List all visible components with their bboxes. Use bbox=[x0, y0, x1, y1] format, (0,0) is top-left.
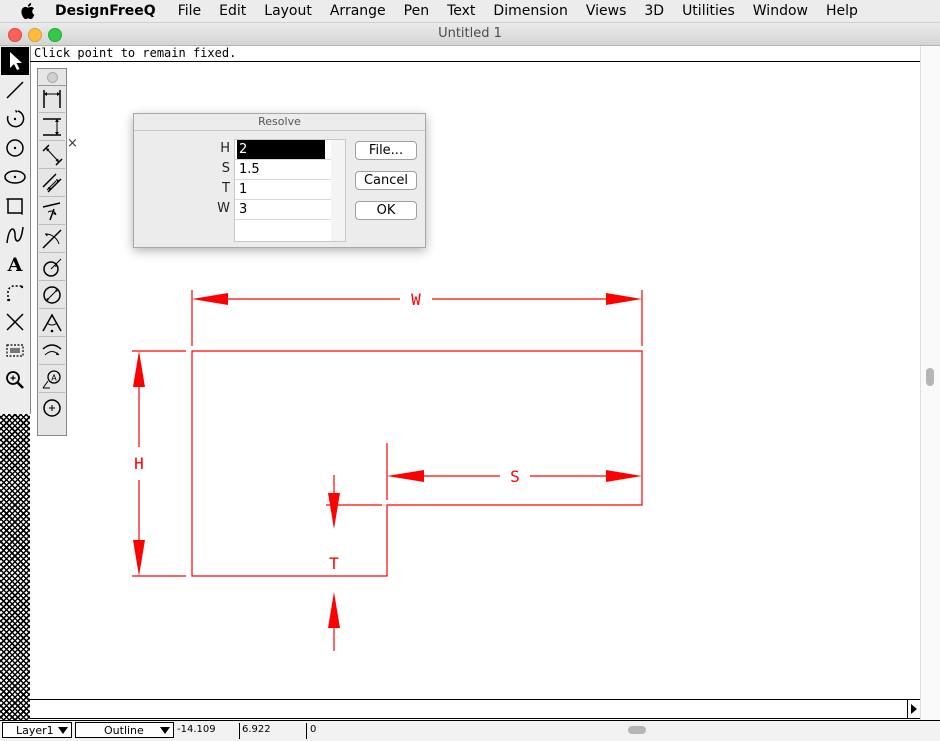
svg-text:A: A bbox=[7, 254, 23, 275]
x-coordinate: -14.109 bbox=[177, 724, 216, 735]
vertical-scrollbar[interactable] bbox=[920, 46, 940, 722]
curve-tool[interactable] bbox=[1, 221, 29, 249]
w-dimension-label: W bbox=[411, 290, 421, 309]
horizontal-scroller[interactable] bbox=[30, 699, 920, 719]
svg-text:A: A bbox=[51, 374, 57, 383]
variable-label-t: T bbox=[222, 181, 230, 196]
menu-views[interactable]: Views bbox=[586, 3, 627, 19]
variable-list-scrollbar[interactable] bbox=[331, 139, 346, 242]
diameter-dimension-tool[interactable] bbox=[39, 282, 65, 309]
group-tool[interactable] bbox=[1, 337, 29, 365]
circle-tool[interactable] bbox=[1, 134, 29, 162]
s-arrow-left bbox=[387, 470, 424, 482]
trim-tool[interactable] bbox=[1, 308, 29, 336]
file-button[interactable]: File... bbox=[355, 141, 417, 160]
menu-layout[interactable]: Layout bbox=[264, 3, 312, 19]
variable-value-w[interactable]: 3 bbox=[235, 200, 332, 220]
view-mode-value: Outline bbox=[104, 723, 144, 737]
arc-length-dimension-tool[interactable] bbox=[39, 338, 65, 365]
title-bar[interactable]: Untitled 1 bbox=[0, 23, 940, 46]
drawing-tools: A bbox=[0, 46, 31, 414]
variable-label-w: W bbox=[217, 201, 230, 216]
w-arrow-left bbox=[192, 293, 228, 305]
t-arrow-bottom bbox=[328, 592, 340, 628]
aligned-dimension-tool[interactable] bbox=[39, 142, 65, 169]
t-dimension-label: T bbox=[329, 554, 339, 573]
h-arrow-top bbox=[133, 351, 145, 387]
menu-bar: DesignFreeQ File Edit Layout Arrange Pen… bbox=[0, 0, 940, 23]
menu-window[interactable]: Window bbox=[753, 3, 808, 19]
pointer-tool[interactable] bbox=[1, 47, 29, 75]
vertical-scroll-thumb[interactable] bbox=[926, 368, 934, 386]
variable-value-h-text[interactable]: 2 bbox=[237, 140, 325, 159]
menu-text[interactable]: Text bbox=[447, 3, 475, 19]
window-title: Untitled 1 bbox=[438, 26, 502, 41]
angle-dimension-tool[interactable] bbox=[39, 198, 65, 225]
text-tool[interactable]: A bbox=[1, 250, 29, 278]
horizontal-scroll-thumb[interactable] bbox=[628, 726, 646, 734]
datum-dimension-tool[interactable]: A bbox=[39, 366, 65, 393]
perpendicular-dimension-tool[interactable] bbox=[39, 170, 65, 197]
tool-strip: A bbox=[0, 46, 31, 740]
variable-label-s: S bbox=[221, 161, 230, 176]
layer-selector[interactable]: Layer1 bbox=[2, 722, 72, 738]
palette-header[interactable] bbox=[38, 69, 66, 86]
s-dimension-label: S bbox=[510, 467, 520, 486]
scroll-right-arrow-icon[interactable] bbox=[907, 700, 920, 718]
center-mark-tool[interactable] bbox=[39, 394, 65, 421]
variable-value-h[interactable]: 2 bbox=[235, 140, 332, 160]
vertical-dimension-tool[interactable] bbox=[39, 114, 65, 141]
resolve-dialog: Resolve H S T W 2 1.5 1 3 File... Cancel… bbox=[133, 113, 426, 248]
dimension-palette: A bbox=[37, 68, 67, 436]
ellipse-tool[interactable] bbox=[1, 163, 29, 191]
arc-dimension-tool[interactable] bbox=[39, 226, 65, 253]
menu-pen[interactable]: Pen bbox=[404, 3, 429, 19]
arc-tool[interactable] bbox=[1, 105, 29, 133]
menu-dimension[interactable]: Dimension bbox=[493, 3, 567, 19]
s-arrow-right bbox=[606, 470, 642, 482]
app-name-menu[interactable]: DesignFreeQ bbox=[55, 3, 156, 19]
document-window: Untitled 1 A Click point to remain fixed… bbox=[0, 23, 940, 741]
palette-close-dot-icon[interactable] bbox=[46, 71, 58, 83]
fillet-tool[interactable] bbox=[1, 279, 29, 307]
cancel-button[interactable]: Cancel bbox=[355, 171, 417, 190]
menu-edit[interactable]: Edit bbox=[219, 3, 246, 19]
apple-menu-icon[interactable] bbox=[17, 3, 39, 19]
h-dimension-label: H bbox=[134, 454, 144, 473]
view-mode-selector[interactable]: Outline bbox=[75, 722, 174, 738]
variable-label-h: H bbox=[220, 141, 230, 156]
radius-dimension-tool[interactable] bbox=[39, 254, 65, 281]
zoom-tool[interactable] bbox=[1, 366, 29, 394]
variable-value-t[interactable]: 1 bbox=[235, 180, 332, 200]
menu-3d[interactable]: 3D bbox=[644, 3, 664, 19]
palette-close-icon[interactable]: × bbox=[67, 136, 78, 151]
rectangle-tool[interactable] bbox=[1, 192, 29, 220]
z-coordinate: 0 bbox=[310, 724, 317, 735]
command-prompt: Click point to remain fixed. bbox=[34, 46, 237, 60]
menu-arrange[interactable]: Arrange bbox=[330, 3, 386, 19]
angular-dimension-tool[interactable] bbox=[39, 310, 65, 337]
status-bar: Layer1 Outline -14.109 6.922 0 bbox=[0, 720, 940, 741]
ok-button[interactable]: OK bbox=[355, 201, 417, 220]
h-arrow-bottom bbox=[133, 540, 145, 576]
part-outline[interactable] bbox=[191, 350, 643, 577]
variable-value-s[interactable]: 1.5 bbox=[235, 160, 332, 180]
layer-dropdown-icon bbox=[58, 726, 68, 734]
line-tool[interactable] bbox=[1, 76, 29, 104]
menu-help[interactable]: Help bbox=[826, 3, 858, 19]
menu-utilities[interactable]: Utilities bbox=[682, 3, 735, 19]
horizontal-dimension-tool[interactable] bbox=[39, 86, 65, 113]
t-arrow-top bbox=[328, 493, 340, 529]
resolve-dialog-title: Resolve bbox=[134, 114, 425, 131]
w-arrow-right bbox=[606, 293, 642, 305]
view-mode-dropdown-icon bbox=[160, 726, 170, 734]
variable-value-list: 2 1.5 1 3 bbox=[234, 139, 333, 242]
menu-file[interactable]: File bbox=[178, 3, 201, 19]
y-coordinate: 6.922 bbox=[242, 724, 271, 735]
layer-selector-value: Layer1 bbox=[16, 723, 54, 737]
